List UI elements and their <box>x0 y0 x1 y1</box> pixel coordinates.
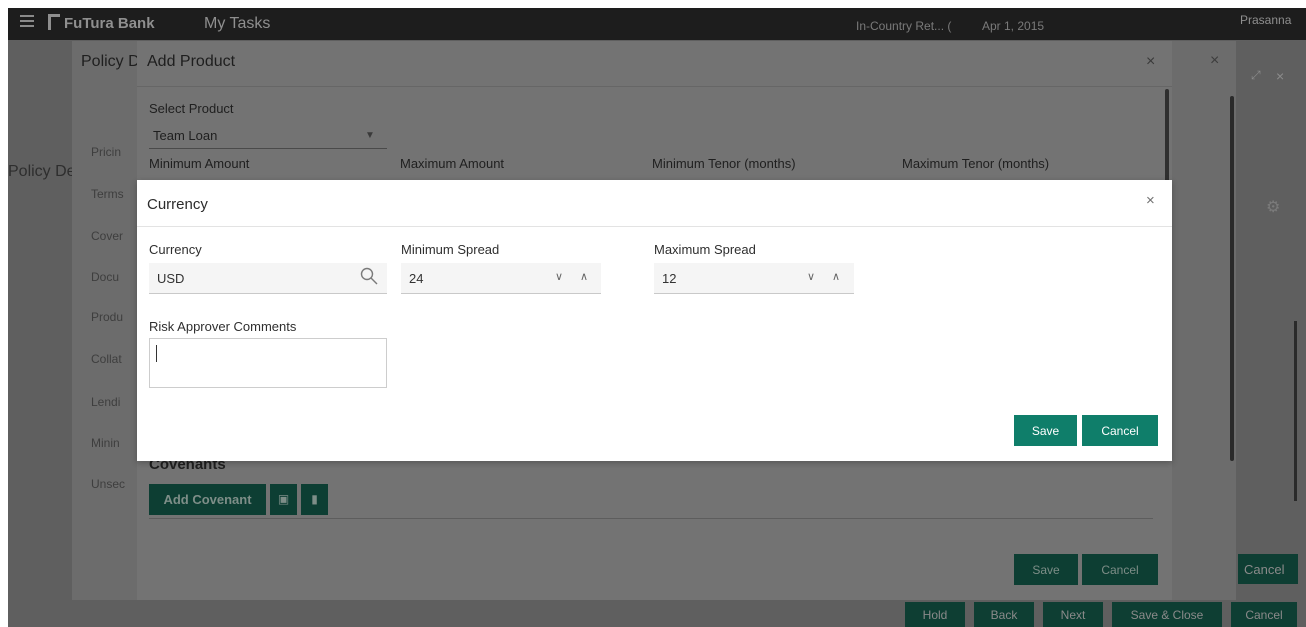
save-close-button[interactable]: Save & Close <box>1112 602 1222 627</box>
select-product-label: Select Product <box>149 101 234 116</box>
close-icon[interactable]: × <box>1276 68 1284 84</box>
comments-label: Risk Approver Comments <box>149 319 297 334</box>
add-product-save-button[interactable]: Save <box>1014 554 1078 585</box>
min-spread-stepper[interactable] <box>401 263 601 294</box>
policy-scrollbar-secondary[interactable] <box>1294 321 1297 501</box>
chevron-up-icon[interactable]: ∧ <box>580 270 588 283</box>
currency-modal: Currency × Currency Minimum Spread ∨ ∧ M… <box>137 180 1172 461</box>
brand-name: FuTura Bank <box>64 15 155 32</box>
add-product-title: Add Product <box>147 53 236 70</box>
min-spread-label: Minimum Spread <box>401 242 500 257</box>
nav-item-lending[interactable]: Lendi <box>91 395 120 409</box>
divider <box>149 518 1153 519</box>
min-tenor-label: Minimum Tenor (months) <box>652 156 796 171</box>
risk-approver-comments-field[interactable] <box>149 338 387 388</box>
nav-item-products[interactable]: Produ <box>91 310 123 324</box>
page-title[interactable]: My Tasks <box>204 15 270 33</box>
nav-item-pricing[interactable]: Pricin <box>91 145 121 159</box>
edit-icon[interactable]: ▣ <box>270 484 297 515</box>
add-covenant-button[interactable]: Add Covenant <box>149 484 266 515</box>
text-cursor <box>156 345 157 362</box>
chevron-down-icon[interactable]: ∨ <box>555 270 563 283</box>
add-product-close-icon[interactable]: × <box>1146 53 1155 71</box>
nav-item-unsecured[interactable]: Unsec <box>91 477 125 491</box>
currency-modal-title: Currency <box>147 196 208 213</box>
hold-button[interactable]: Hold <box>905 602 965 627</box>
base-cancel-button[interactable]: Cancel <box>1231 602 1297 627</box>
policy-cancel-button[interactable]: Cancel <box>1238 554 1298 584</box>
delete-icon[interactable]: ▮ <box>301 484 328 515</box>
select-product-dropdown[interactable]: Team Loan <box>149 122 387 149</box>
bank-logo-icon <box>48 14 60 30</box>
currency-modal-header: Currency × <box>137 180 1172 227</box>
save-button[interactable]: Save <box>1014 415 1077 446</box>
max-spread-label: Maximum Spread <box>654 242 756 257</box>
top-bar: FuTura Bank My Tasks In-Country Ret... (… <box>8 8 1306 40</box>
nav-item-minimum[interactable]: Minin <box>91 436 120 450</box>
chevron-up-icon[interactable]: ∧ <box>832 270 840 283</box>
next-button[interactable]: Next <box>1043 602 1103 627</box>
cancel-button[interactable]: Cancel <box>1082 415 1158 446</box>
close-icon[interactable]: × <box>1146 192 1155 209</box>
currency-input[interactable] <box>149 263 387 294</box>
nav-item-collateral[interactable]: Collat <box>91 352 122 366</box>
chevron-down-icon[interactable]: ∨ <box>807 270 815 283</box>
add-product-scrollbar[interactable] <box>1165 89 1169 184</box>
back-button[interactable]: Back <box>974 602 1034 627</box>
add-product-header: Add Product × <box>137 41 1172 87</box>
nav-item-terms[interactable]: Terms <box>91 187 124 201</box>
max-spread-stepper[interactable] <box>654 263 854 294</box>
add-product-cancel-button[interactable]: Cancel <box>1082 554 1158 585</box>
policy-close-icon[interactable]: × <box>1210 52 1219 70</box>
min-amount-label: Minimum Amount <box>149 156 250 171</box>
nav-item-documents[interactable]: Docu <box>91 270 119 284</box>
max-amount-label: Maximum Amount <box>400 156 505 171</box>
policy-side-label: Policy De <box>8 163 76 180</box>
nav-item-covenants[interactable]: Cover <box>91 229 123 243</box>
policy-scrollbar[interactable] <box>1230 96 1234 461</box>
branch-selector[interactable]: In-Country Ret... ( <box>856 19 951 33</box>
currency-label: Currency <box>149 242 202 257</box>
max-tenor-label: Maximum Tenor (months) <box>902 156 1050 171</box>
search-icon[interactable] <box>359 266 379 286</box>
date-display: Apr 1, 2015 <box>982 19 1045 33</box>
user-name[interactable]: Prasanna <box>1240 13 1291 27</box>
gear-icon[interactable]: ⚙ <box>1266 197 1280 217</box>
expand-icon[interactable]: ⤢ <box>1251 68 1261 83</box>
chevron-down-icon[interactable]: ▼ <box>365 130 375 141</box>
policy-modal-title: Policy D <box>81 53 140 70</box>
hamburger-menu-icon[interactable] <box>20 15 34 29</box>
